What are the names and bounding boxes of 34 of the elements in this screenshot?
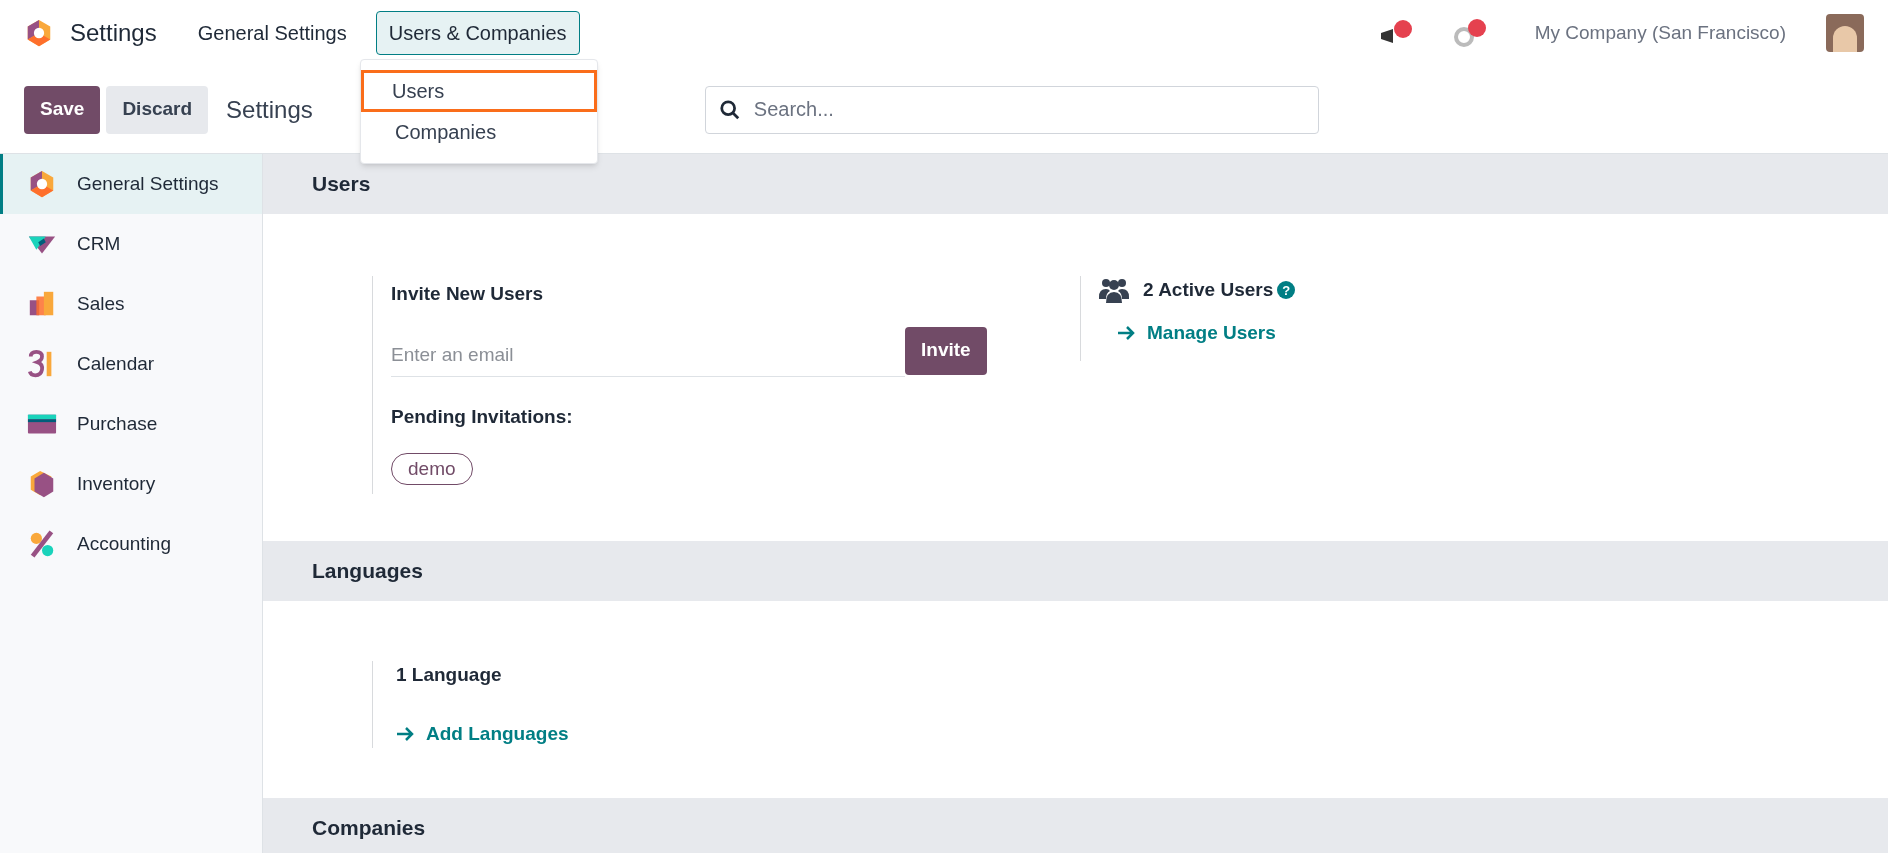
invite-button[interactable]: Invite <box>905 326 987 375</box>
search-field[interactable]: Search... <box>704 85 1319 134</box>
manage-users-link[interactable]: Manage Users <box>1117 318 1296 347</box>
save-button[interactable]: Save <box>24 85 101 134</box>
sidebar-item[interactable]: Purchase <box>0 394 262 454</box>
sidebar-item[interactable]: Calendar <box>0 334 262 394</box>
group-icon <box>1099 277 1129 304</box>
pending-label: Pending Invitations: <box>391 404 574 429</box>
sidebar-item[interactable]: Sales <box>0 274 262 334</box>
discard-button[interactable]: Discard <box>106 85 209 134</box>
app-title: Settings <box>70 18 157 48</box>
active-users-count: 2 Active Users <box>1143 278 1274 302</box>
menu-tab[interactable]: General Settings <box>184 11 360 55</box>
section-header: Companies <box>263 798 1888 853</box>
avatar[interactable] <box>1826 14 1864 52</box>
breadcrumb: Settings <box>226 94 313 125</box>
sidebar-item[interactable]: Accounting <box>0 514 262 574</box>
sidebar-item[interactable]: General Settings <box>0 154 262 214</box>
section-header: Languages <box>263 541 1888 601</box>
company-name[interactable]: My Company (San Francisco) <box>1534 18 1786 48</box>
sidebar-item[interactable]: CRM <box>0 214 262 274</box>
help-icon[interactable]: ? <box>1277 281 1296 300</box>
sidebar-item[interactable]: Inventory <box>0 454 262 514</box>
menu-tab[interactable]: Users & Companies <box>375 11 580 55</box>
section-header: Users <box>263 154 1888 214</box>
dropdown-item[interactable]: Users <box>361 70 597 112</box>
search-icon <box>718 98 741 121</box>
email-field[interactable]: Enter an email <box>391 334 905 377</box>
language-count: 1 Language <box>396 663 503 687</box>
dropdown-item[interactable]: Companies <box>361 111 597 153</box>
arrow-right-icon <box>1117 324 1135 341</box>
arrow-right-icon <box>396 725 414 742</box>
add-languages-link[interactable]: Add Languages <box>396 719 569 748</box>
invite-title: Invite New Users <box>391 282 545 306</box>
